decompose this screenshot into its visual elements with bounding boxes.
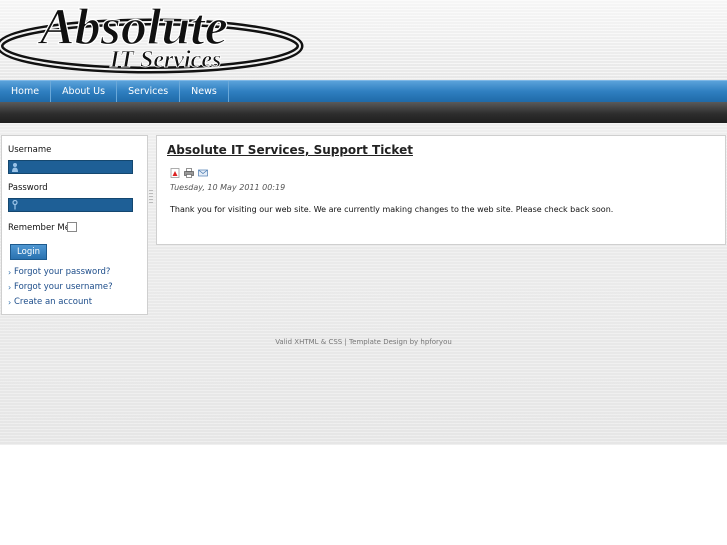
remember-me-label: Remember Me — [8, 223, 70, 233]
email-icon[interactable] — [198, 168, 208, 178]
header-dark-bar — [0, 102, 727, 123]
nav-item-services[interactable]: Services — [117, 81, 181, 102]
pdf-icon[interactable] — [170, 168, 180, 178]
site-header: Absolute IT Services — [0, 0, 727, 80]
logo-line2: IT Services — [109, 47, 221, 73]
forgot-username-label: Forgot your username? — [14, 282, 113, 292]
forgot-password-link[interactable]: › Forgot your password? — [8, 267, 110, 277]
create-account-link[interactable]: › Create an account — [8, 297, 92, 307]
main-nav: Home About Us Services News — [0, 80, 727, 102]
login-button[interactable]: Login — [10, 244, 47, 260]
forgot-password-label: Forgot your password? — [14, 267, 111, 277]
remember-me-checkbox[interactable] — [67, 222, 77, 232]
article-panel: Absolute IT Services, Support Ticket Tue… — [156, 135, 726, 245]
forgot-username-link[interactable]: › Forgot your username? — [8, 282, 113, 292]
username-label: Username — [8, 145, 52, 155]
chevron-right-icon: › — [8, 298, 12, 307]
print-icon[interactable] — [184, 168, 194, 178]
key-icon — [12, 200, 18, 210]
nav-item-home[interactable]: Home — [0, 81, 52, 102]
username-field[interactable] — [8, 160, 133, 174]
password-label: Password — [8, 183, 48, 193]
article-date: Tuesday, 10 May 2011 00:19 — [170, 183, 286, 192]
nav-item-about-us[interactable]: About Us — [51, 81, 118, 102]
article-body: Thank you for visiting our web site. We … — [170, 205, 614, 214]
password-field[interactable] — [8, 198, 133, 212]
column-splitter — [149, 190, 153, 203]
chevron-right-icon: › — [8, 268, 12, 277]
footer-credit: Valid XHTML & CSS | Template Design by h… — [275, 338, 452, 346]
chevron-right-icon: › — [8, 283, 12, 292]
nav-item-news[interactable]: News — [180, 81, 229, 102]
article-title[interactable]: Absolute IT Services, Support Ticket — [167, 143, 413, 157]
user-icon — [12, 163, 18, 172]
site-logo[interactable]: Absolute IT Services — [0, 0, 330, 80]
create-account-label: Create an account — [14, 297, 93, 307]
